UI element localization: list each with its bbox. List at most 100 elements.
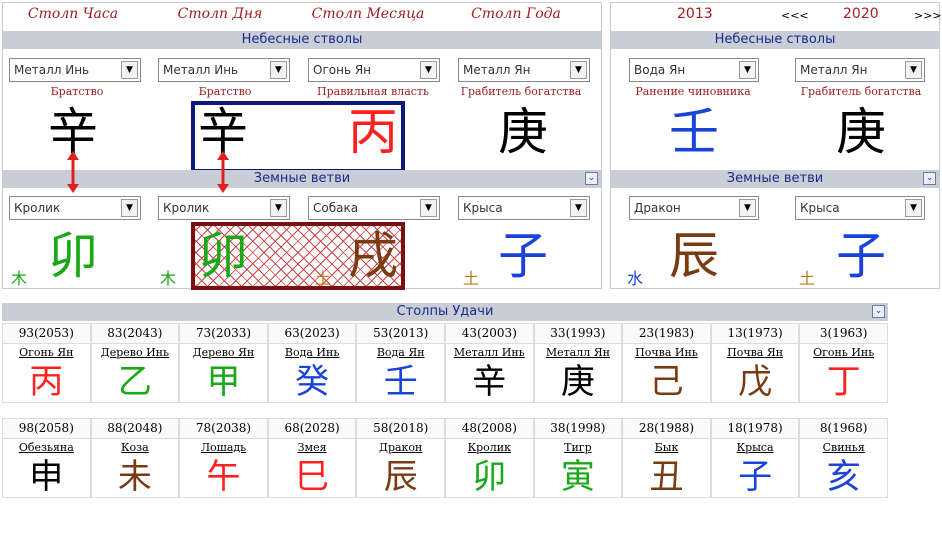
- day-branch-select[interactable]: Кролик ▼: [158, 196, 290, 220]
- luck-branch-cell[interactable]: 48(2008) Кролик 卯: [444, 418, 534, 498]
- collapse-icon[interactable]: ⌄: [923, 172, 936, 185]
- luck-stem-age: 63(2023): [268, 324, 356, 344]
- luck-branch-age: 48(2008): [445, 419, 533, 439]
- year-stem-select[interactable]: Металл Ян ▼: [458, 58, 590, 82]
- luck-stem-cell[interactable]: 3(1963) Огонь Инь 丁: [799, 323, 888, 403]
- luck-stem-name-link[interactable]: Огонь Ян: [3, 344, 90, 362]
- luck-branch-char: 卯: [472, 457, 507, 497]
- chevron-down-icon: ▼: [270, 61, 287, 79]
- annual-stem-value-2: Металл Ян: [800, 63, 868, 77]
- luck-stem-name-link[interactable]: Дерево Ян: [180, 344, 267, 362]
- nav-prev-button[interactable]: <<<: [781, 9, 809, 22]
- luck-stem-age: 3(1963): [800, 324, 887, 344]
- hour-interaction-arrow-icon: [67, 151, 79, 193]
- luck-stem-name-link[interactable]: Огонь Инь: [800, 344, 887, 362]
- luck-stem-name-link[interactable]: Вода Инь: [269, 344, 356, 362]
- luck-branch-name-link[interactable]: Кролик: [446, 439, 533, 457]
- annual-branch-select-1[interactable]: Дракон ▼: [629, 196, 759, 220]
- luck-branch-char: 未: [117, 457, 152, 497]
- month-ten-god: Правильная власть: [317, 85, 429, 98]
- luck-stem-name-link[interactable]: Металл Ян: [535, 344, 622, 362]
- luck-branch-cell[interactable]: 68(2028) Змея 巳: [267, 418, 357, 498]
- luck-stem-age: 73(2033): [180, 324, 267, 344]
- hour-ten-god: Братство: [50, 85, 104, 98]
- heavenly-stems-header: Небесные стволы: [3, 31, 601, 49]
- luck-stem-cell[interactable]: 33(1993) Металл Ян 庚: [533, 323, 623, 403]
- luck-stem-name-link[interactable]: Вода Ян: [357, 344, 444, 362]
- chevron-down-icon: ▼: [270, 199, 287, 217]
- luck-branch-name-link[interactable]: Обезьяна: [3, 439, 90, 457]
- annual-stem-char-1: 壬: [669, 103, 719, 161]
- luck-stem-name-link[interactable]: Дерево Инь: [92, 344, 179, 362]
- month-branch-char: 戌: [348, 227, 398, 285]
- chevron-down-icon: ▼: [905, 199, 922, 217]
- year-branch-char: 子: [498, 227, 548, 285]
- luck-branch-cell[interactable]: 78(2038) Лошадь 午: [179, 418, 268, 498]
- luck-branch-cell[interactable]: 8(1968) Свинья 亥: [799, 418, 888, 498]
- luck-stem-age: 33(1993): [534, 324, 622, 344]
- hour-branch-char: 卯: [48, 227, 98, 285]
- luck-branch-name-link[interactable]: Тигр: [535, 439, 622, 457]
- hour-stem-value: Металл Инь: [14, 63, 90, 77]
- luck-branch-name-link[interactable]: Свинья: [800, 439, 887, 457]
- luck-branch-cell[interactable]: 98(2058) Обезьяна 申: [2, 418, 91, 498]
- annual-earthly-branches-header: Земные ветви ⌄: [611, 170, 939, 188]
- luck-stem-cell[interactable]: 53(2013) Вода Ян 壬: [356, 323, 445, 403]
- luck-stem-age: 83(2043): [91, 324, 179, 344]
- collapse-icon[interactable]: ⌄: [872, 305, 885, 318]
- luck-stem-cell[interactable]: 13(1973) Почва Ян 戊: [710, 323, 800, 403]
- luck-stem-char: 己: [649, 362, 684, 402]
- luck-stem-name-link[interactable]: Почва Ян: [712, 344, 799, 362]
- annual-stem-select-1[interactable]: Вода Ян ▼: [629, 58, 759, 82]
- annual-branch-value-2: Крыса: [800, 201, 840, 215]
- luck-stem-name-link[interactable]: Металл Инь: [446, 344, 533, 362]
- luck-stem-cell[interactable]: 93(2053) Огонь Ян 丙: [2, 323, 91, 403]
- luck-branch-cell[interactable]: 38(1998) Тигр 寅: [533, 418, 623, 498]
- luck-stem-cell[interactable]: 83(2043) Дерево Инь 乙: [90, 323, 180, 403]
- hour-stem-char: 辛: [48, 103, 98, 161]
- year-stem-value: Металл Ян: [463, 63, 531, 77]
- nav-next-button[interactable]: >>>: [914, 9, 942, 22]
- day-stem-value: Металл Инь: [163, 63, 239, 77]
- luck-pillars-header: Столпы Удачи ⌄: [2, 303, 888, 321]
- year-branch-select[interactable]: Крыса ▼: [458, 196, 590, 220]
- luck-branch-name-link[interactable]: Коза: [92, 439, 179, 457]
- luck-branch-name-link[interactable]: Лошадь: [180, 439, 267, 457]
- luck-stem-age: 93(2053): [3, 324, 90, 344]
- luck-stem-cell[interactable]: 63(2023) Вода Инь 癸: [267, 323, 357, 403]
- luck-stem-name-link[interactable]: Почва Инь: [623, 344, 710, 362]
- luck-branch-cell[interactable]: 18(1978) Крыса 子: [710, 418, 800, 498]
- annual-branch-select-2[interactable]: Крыса ▼: [795, 196, 925, 220]
- annual-stem-value-1: Вода Ян: [634, 63, 686, 77]
- luck-stem-cell[interactable]: 43(2003) Металл Инь 辛: [444, 323, 534, 403]
- annual-stem-select-2[interactable]: Металл Ян ▼: [795, 58, 925, 82]
- chevron-down-icon: ▼: [570, 199, 587, 217]
- luck-stem-cell[interactable]: 73(2033) Дерево Ян 甲: [179, 323, 268, 403]
- luck-stem-char: 甲: [206, 362, 241, 402]
- luck-branch-cell[interactable]: 28(1988) Бык 丑: [622, 418, 711, 498]
- hour-stem-select[interactable]: Металл Инь ▼: [9, 58, 141, 82]
- month-stem-select[interactable]: Огонь Ян ▼: [308, 58, 440, 82]
- luck-branch-char: 申: [29, 457, 64, 497]
- earthly-branches-header: Земные ветви ⌄: [3, 170, 601, 188]
- luck-branch-cell[interactable]: 88(2048) Коза 未: [90, 418, 180, 498]
- luck-branch-age: 58(2018): [357, 419, 444, 439]
- luck-stem-char: 丁: [826, 362, 861, 402]
- collapse-icon[interactable]: ⌄: [585, 172, 598, 185]
- luck-branch-name-link[interactable]: Крыса: [712, 439, 799, 457]
- day-stem-select[interactable]: Металл Инь ▼: [158, 58, 290, 82]
- luck-branch-age: 78(2038): [180, 419, 267, 439]
- annual-branch-element-1: 水: [627, 269, 644, 288]
- luck-branch-age: 38(1998): [534, 419, 622, 439]
- luck-branches-row: 98(2058) Обезьяна 申 88(2048) Коза 未 78(2038) Ло…: [2, 418, 888, 498]
- luck-stem-cell[interactable]: 23(1983) Почва Инь 己: [622, 323, 711, 403]
- luck-branch-name-link[interactable]: Змея: [269, 439, 356, 457]
- annual-earthly-branches-label: Земные ветви: [726, 171, 824, 186]
- month-branch-select[interactable]: Собака ▼: [308, 196, 440, 220]
- luck-branch-name-link[interactable]: Дракон: [357, 439, 444, 457]
- day-ten-god: Братство: [198, 85, 252, 98]
- hour-branch-select[interactable]: Кролик ▼: [9, 196, 141, 220]
- luck-branch-name-link[interactable]: Бык: [623, 439, 710, 457]
- luck-branch-age: 98(2058): [3, 419, 90, 439]
- luck-branch-cell[interactable]: 58(2018) Дракон 辰: [356, 418, 445, 498]
